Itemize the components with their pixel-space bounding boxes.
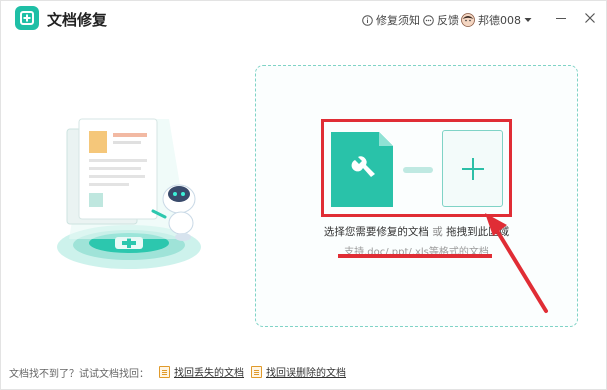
annotation-arrow	[485, 213, 548, 313]
document-icon	[159, 365, 170, 378]
footer: 文档找不到了？试试文档找回： 找回丢失的文档 找回误删除的文档	[1, 361, 607, 383]
recover-lost-link[interactable]: 找回丢失的文档	[159, 364, 244, 379]
app-window: 文档修复 修复须知 反馈 邦德008 选择您需要修复的文档 或 拖拽到此区域 支…	[0, 0, 607, 390]
recover-deleted-link[interactable]: 找回误删除的文档	[251, 364, 346, 379]
footer-hint: 文档找不到了？试试文档找回：	[9, 369, 149, 380]
document-icon	[251, 365, 262, 378]
recover-deleted-label: 找回误删除的文档	[266, 368, 346, 379]
recover-lost-label: 找回丢失的文档	[174, 368, 244, 379]
